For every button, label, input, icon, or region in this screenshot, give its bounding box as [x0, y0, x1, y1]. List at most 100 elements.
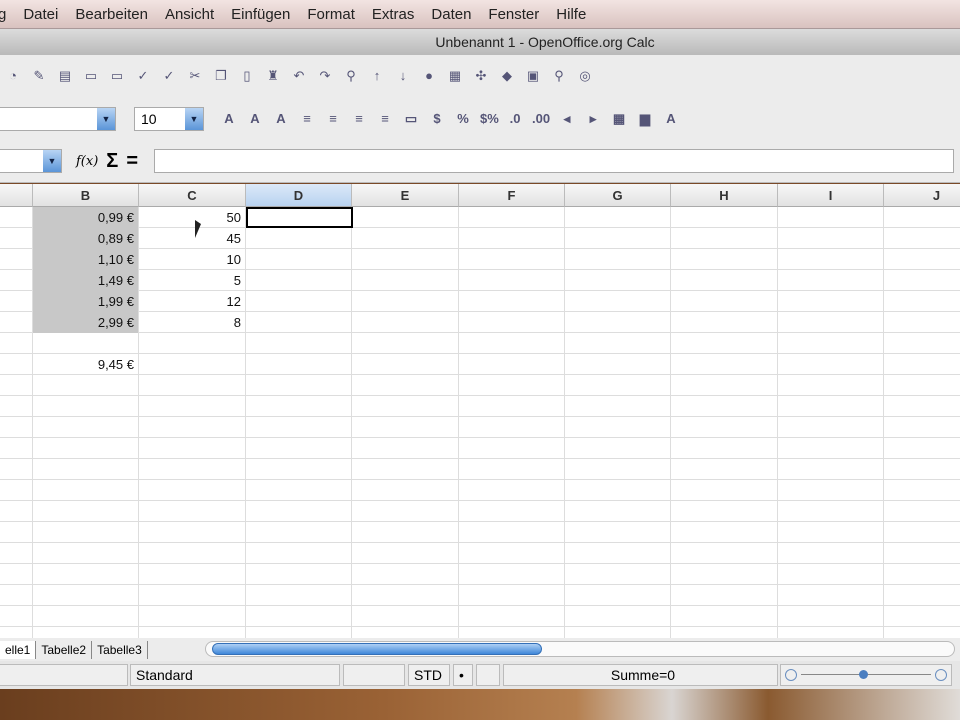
edit-icon[interactable]: ✎: [30, 67, 48, 85]
percent-icon[interactable]: %: [454, 110, 472, 128]
row-line: [0, 437, 960, 438]
menu-item-hilfe[interactable]: Hilfe: [556, 6, 586, 23]
cell-b2[interactable]: 0,89 €: [33, 228, 138, 249]
number-standard-icon[interactable]: $%: [480, 110, 499, 128]
cell-b5[interactable]: 1,99 €: [33, 291, 138, 312]
cell-b1[interactable]: 0,99 €: [33, 207, 138, 228]
spreadsheet-grid[interactable]: B C D E F G H I J 0,99 €0,89 €1,10 €1,49 €1,99 €2…: [0, 184, 960, 638]
paste-icon[interactable]: ▯: [238, 67, 256, 85]
horizontal-scrollbar[interactable]: [205, 641, 955, 657]
currency-icon[interactable]: $: [428, 110, 446, 128]
cell-c2[interactable]: 45: [139, 228, 245, 249]
column-line: [670, 207, 671, 638]
menu-item-fenster[interactable]: Fenster: [488, 6, 539, 23]
copy-icon[interactable]: ❐: [212, 67, 230, 85]
help-icon[interactable]: ◎: [576, 67, 594, 85]
chevron-down-icon[interactable]: ▼: [185, 107, 203, 130]
status-insert-mode[interactable]: STD: [408, 664, 450, 686]
status-signature: [476, 664, 500, 686]
cell-c4[interactable]: 5: [139, 270, 245, 291]
column-header-e[interactable]: E: [352, 184, 459, 207]
font-size-select[interactable]: 10 ▼: [134, 106, 204, 131]
cell-c1[interactable]: 50: [139, 207, 245, 228]
merge-icon[interactable]: ▭: [402, 110, 420, 128]
align-right-icon[interactable]: ≡: [350, 110, 368, 128]
column-header-g[interactable]: G: [565, 184, 671, 207]
tab-tabelle2[interactable]: Tabelle2: [36, 640, 93, 659]
column-header-b[interactable]: B: [33, 184, 139, 207]
column-header-i[interactable]: I: [778, 184, 884, 207]
function-icon[interactable]: =: [126, 150, 138, 173]
bold-icon[interactable]: A: [220, 110, 238, 128]
zoom-slider[interactable]: [780, 664, 952, 686]
open-icon[interactable]: ◔: [4, 67, 22, 85]
chevron-down-icon[interactable]: ▼: [43, 150, 61, 172]
menu-item-format[interactable]: Format: [307, 6, 355, 23]
zoom-in-icon[interactable]: [935, 669, 947, 681]
scrollbar-thumb[interactable]: [212, 643, 542, 655]
sort-desc-icon[interactable]: ↓: [394, 67, 412, 85]
add-decimal-icon[interactable]: .0: [506, 110, 524, 128]
chevron-down-icon[interactable]: ▼: [97, 107, 115, 130]
cell-c3[interactable]: 10: [139, 249, 245, 270]
font-color-icon[interactable]: A: [662, 110, 680, 128]
increase-indent-icon[interactable]: ▸: [584, 110, 602, 128]
remove-decimal-icon[interactable]: .00: [532, 110, 550, 128]
justify-icon[interactable]: ≡: [376, 110, 394, 128]
menu-item-g[interactable]: g: [0, 6, 6, 23]
cell-b3[interactable]: 1,10 €: [33, 249, 138, 270]
menu-item-einfügen[interactable]: Einfügen: [231, 6, 290, 23]
decrease-indent-icon[interactable]: ◂: [558, 110, 576, 128]
column-header-d[interactable]: D: [246, 184, 352, 207]
cell-b6[interactable]: 2,99 €: [33, 312, 138, 333]
chart-icon[interactable]: ●: [420, 67, 438, 85]
menu-item-ansicht[interactable]: Ansicht: [165, 6, 214, 23]
borders-icon[interactable]: ▦: [610, 110, 628, 128]
menu-item-daten[interactable]: Daten: [431, 6, 471, 23]
column-header-j[interactable]: J: [884, 184, 960, 207]
autospell-icon[interactable]: ✓: [160, 67, 178, 85]
menu-item-datei[interactable]: Datei: [23, 6, 58, 23]
italic-icon[interactable]: A: [246, 110, 264, 128]
zoom-out-icon[interactable]: [785, 669, 797, 681]
sum-icon[interactable]: Σ: [106, 150, 118, 173]
column-header-f[interactable]: F: [459, 184, 565, 207]
tab-tabelle3[interactable]: Tabelle3: [92, 640, 148, 659]
row-line: [0, 605, 960, 606]
active-cell-cursor[interactable]: [246, 207, 353, 228]
function-wizard-icon[interactable]: f(x): [76, 154, 98, 169]
zoom-icon[interactable]: ⚲: [550, 67, 568, 85]
formula-input[interactable]: [154, 149, 954, 173]
cell-b4[interactable]: 1,49 €: [33, 270, 138, 291]
cell-b8[interactable]: 9,45 €: [33, 354, 138, 375]
tab-tabelle1[interactable]: elle1: [0, 640, 37, 659]
redo-icon[interactable]: ↷: [316, 67, 334, 85]
background-color-icon[interactable]: ▆: [636, 110, 654, 128]
font-name-select[interactable]: ▼: [0, 106, 116, 131]
hyperlink-icon[interactable]: ⚲: [342, 67, 360, 85]
cut-icon[interactable]: ✂: [186, 67, 204, 85]
align-center-icon[interactable]: ≡: [324, 110, 342, 128]
sort-asc-icon[interactable]: ↑: [368, 67, 386, 85]
column-header-h[interactable]: H: [671, 184, 778, 207]
align-left-icon[interactable]: ≡: [298, 110, 316, 128]
menu-item-extras[interactable]: Extras: [372, 6, 415, 23]
format-paint-icon[interactable]: ♜: [264, 67, 282, 85]
name-box[interactable]: ▼: [0, 149, 62, 173]
column-header-c[interactable]: C: [139, 184, 246, 207]
underline-icon[interactable]: A: [272, 110, 290, 128]
preview-icon[interactable]: ▭: [108, 67, 126, 85]
cell-c6[interactable]: 8: [139, 312, 245, 333]
pivot-icon[interactable]: ▦: [446, 67, 464, 85]
navigator-icon[interactable]: ✣: [472, 67, 490, 85]
datasource-icon[interactable]: ▣: [524, 67, 542, 85]
cell-c5[interactable]: 12: [139, 291, 245, 312]
cell-b7[interactable]: [33, 333, 138, 354]
undo-icon[interactable]: ↶: [290, 67, 308, 85]
spellcheck-icon[interactable]: ✓: [134, 67, 152, 85]
menu-item-bearbeiten[interactable]: Bearbeiten: [75, 6, 148, 23]
print-icon[interactable]: ▭: [82, 67, 100, 85]
gallery-icon[interactable]: ◆: [498, 67, 516, 85]
zoom-knob[interactable]: [859, 670, 868, 679]
pdf-icon[interactable]: ▤: [56, 67, 74, 85]
